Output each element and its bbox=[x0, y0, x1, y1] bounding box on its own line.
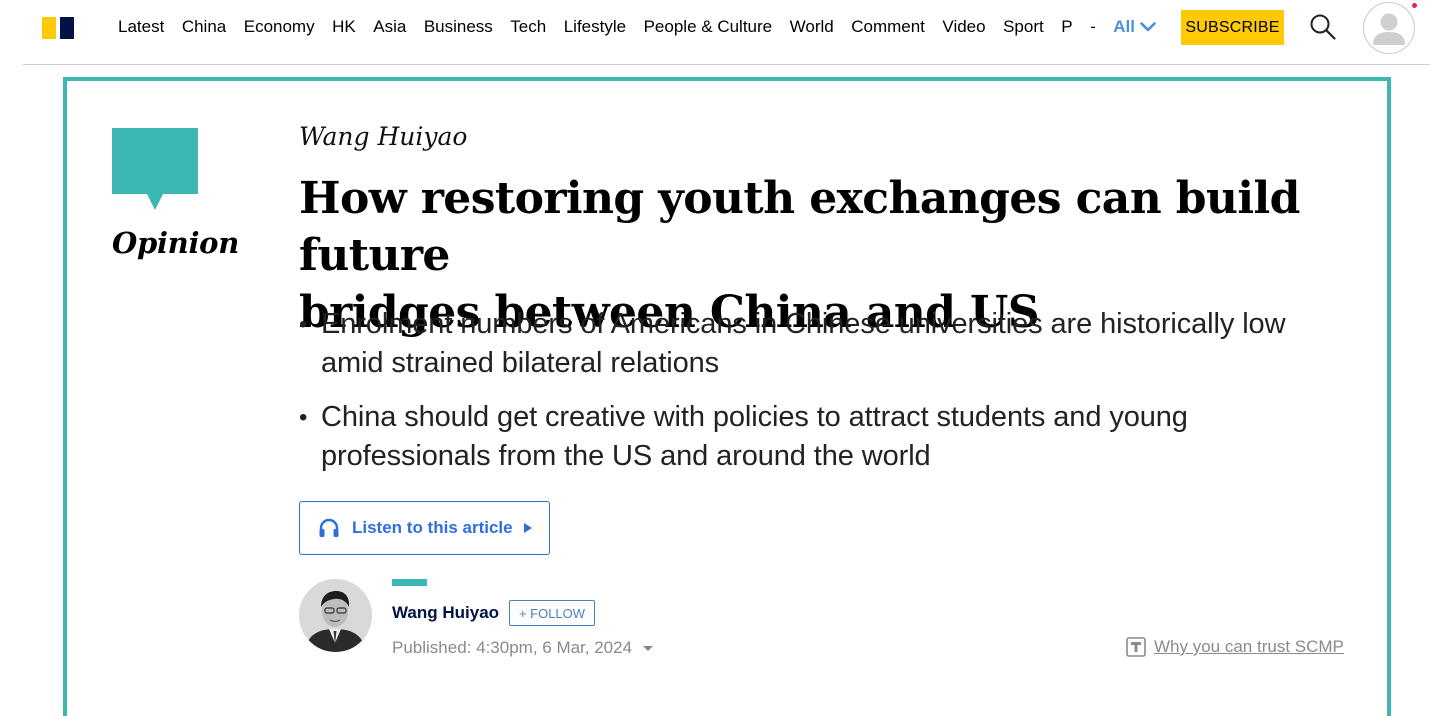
section-nav: Latest China Economy HK Asia Business Te… bbox=[118, 16, 1156, 38]
scmp-logo[interactable] bbox=[42, 17, 74, 39]
nav-item-business[interactable]: Business bbox=[424, 16, 493, 38]
chevron-down-icon bbox=[1140, 22, 1156, 32]
nav-item-latest[interactable]: Latest bbox=[118, 16, 164, 38]
user-account-button[interactable] bbox=[1363, 2, 1415, 54]
nav-all-dropdown[interactable]: All bbox=[1113, 16, 1156, 38]
nav-item-comment[interactable]: Comment bbox=[851, 16, 925, 38]
search-button[interactable] bbox=[1309, 13, 1337, 41]
summary-item-line-2: professionals from the US and around the… bbox=[321, 440, 931, 472]
opinion-bubble-tail bbox=[147, 194, 163, 210]
published-timestamp: Published: 4:30pm, 6 Mar, 2024 bbox=[392, 638, 633, 657]
notification-dot bbox=[1412, 3, 1417, 8]
trust-icon bbox=[1126, 637, 1146, 657]
bullet-icon: • bbox=[299, 311, 308, 338]
nav-item-asia[interactable]: Asia bbox=[373, 16, 406, 38]
nav-item-lifestyle[interactable]: Lifestyle bbox=[564, 16, 626, 38]
nav-all-label: All bbox=[1113, 17, 1135, 36]
top-navigation-bar: Latest China Economy HK Asia Business Te… bbox=[0, 0, 1456, 56]
opinion-speech-bubble-icon bbox=[112, 128, 198, 194]
header-divider bbox=[23, 64, 1430, 65]
bullet-icon: • bbox=[299, 404, 308, 431]
summary-item: • China should get creative with policie… bbox=[299, 398, 1359, 476]
logo-yellow-block bbox=[42, 17, 56, 39]
nav-item-economy[interactable]: Economy bbox=[244, 16, 315, 38]
caret-down-icon bbox=[642, 645, 654, 652]
search-icon bbox=[1310, 14, 1336, 40]
author-name-top[interactable]: Wang Huiyao bbox=[299, 122, 467, 151]
logo-navy-block bbox=[60, 17, 74, 39]
author-photo[interactable] bbox=[299, 579, 372, 652]
nav-item-tech[interactable]: Tech bbox=[510, 16, 546, 38]
headphones-icon bbox=[318, 518, 340, 538]
user-avatar-icon bbox=[1373, 13, 1405, 45]
trust-scmp-link[interactable]: Why you can trust SCMP bbox=[1126, 637, 1344, 657]
follow-author-button[interactable]: + FOLLOW bbox=[509, 600, 595, 626]
nav-item-world[interactable]: World bbox=[790, 16, 834, 38]
nav-item-sport[interactable]: Sport bbox=[1003, 16, 1044, 38]
listen-to-article-button[interactable]: Listen to this article bbox=[299, 501, 550, 555]
headline-line-1: How restoring youth exchanges can build … bbox=[299, 173, 1300, 281]
play-icon bbox=[523, 522, 533, 534]
trust-label: Why you can trust SCMP bbox=[1154, 637, 1344, 656]
nav-item-truncated[interactable]: P bbox=[1061, 16, 1072, 38]
nav-separator: - bbox=[1090, 17, 1096, 36]
section-label[interactable]: Opinion bbox=[112, 226, 239, 260]
byline-author-name[interactable]: Wang Huiyao bbox=[392, 603, 499, 623]
summary-item-line-2: amid strained bilateral relations bbox=[321, 347, 720, 379]
article-summary: • Enrolment numbers of Americans in Chin… bbox=[299, 305, 1359, 491]
listen-label: Listen to this article bbox=[352, 518, 513, 537]
nav-item-video[interactable]: Video bbox=[942, 16, 985, 38]
nav-item-people-culture[interactable]: People & Culture bbox=[644, 16, 773, 38]
nav-item-china[interactable]: China bbox=[182, 16, 226, 38]
published-date-toggle[interactable]: Published: 4:30pm, 6 Mar, 2024 bbox=[392, 638, 654, 658]
nav-item-hk[interactable]: HK bbox=[332, 16, 356, 38]
byline-accent-bar bbox=[392, 579, 427, 586]
summary-item-line-1: China should get creative with policies … bbox=[321, 401, 1188, 433]
subscribe-button[interactable]: SUBSCRIBE bbox=[1181, 10, 1284, 45]
summary-item: • Enrolment numbers of Americans in Chin… bbox=[299, 305, 1359, 383]
summary-item-line-1: Enrolment numbers of Americans in Chines… bbox=[321, 308, 1286, 340]
